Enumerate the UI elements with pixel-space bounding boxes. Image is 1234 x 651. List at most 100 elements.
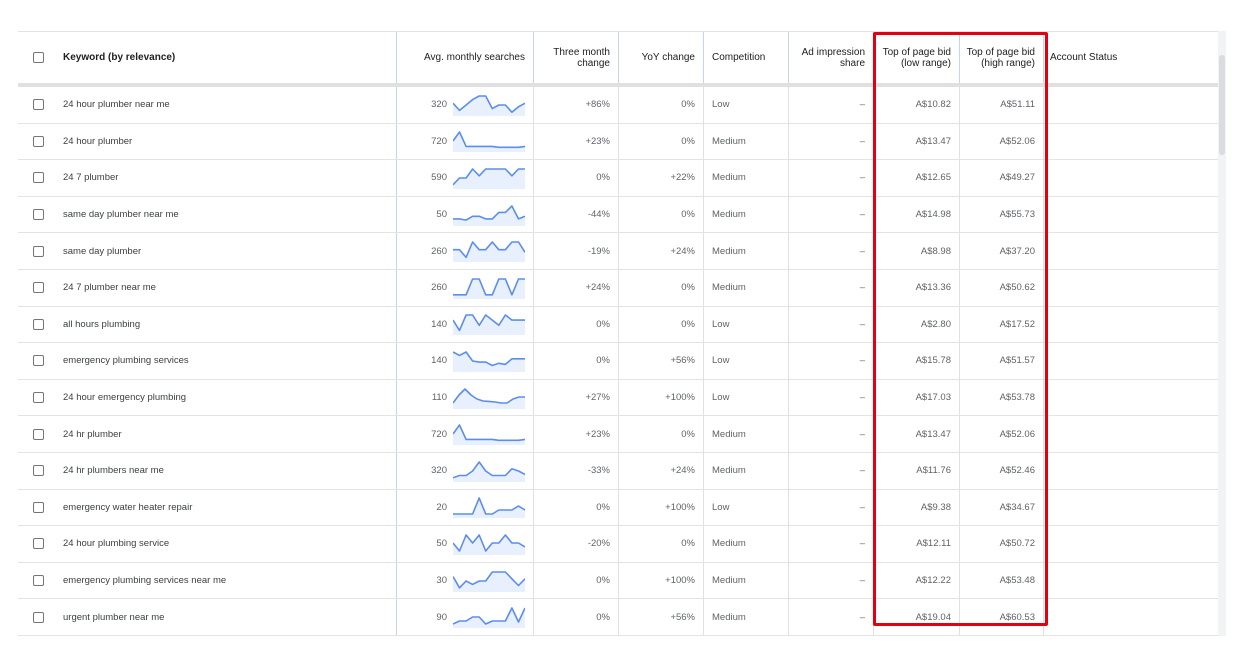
bid-high-cell: A$52.06	[959, 123, 1043, 160]
row-checkbox-icon[interactable]	[32, 282, 44, 294]
scrollbar-thumb[interactable]	[1219, 55, 1225, 155]
header-keyword[interactable]: Keyword (by relevance)	[58, 32, 396, 83]
competition-cell: Medium	[703, 269, 788, 306]
table-row[interactable]: urgent plumber near me 90 0% +56% Medium – A$1…	[18, 599, 1218, 636]
row-checkbox-icon[interactable]	[32, 428, 44, 440]
table-row[interactable]: same day plumber near me 50 -44% 0% Medium – A…	[18, 196, 1218, 234]
competition-cell: Medium	[703, 233, 788, 269]
account-status-cell	[1043, 562, 1218, 599]
yoy-change-cell: +56%	[618, 599, 703, 635]
row-checkbox-icon[interactable]	[32, 172, 44, 184]
sparkline-area	[453, 351, 525, 372]
three-month-change-cell: 0%	[533, 599, 618, 635]
avg-searches-value: 30	[436, 575, 447, 587]
row-select-cell	[18, 599, 58, 635]
account-status-cell	[1043, 87, 1218, 123]
competition-cell: Low	[703, 489, 788, 526]
bid-high-cell: A$52.46	[959, 452, 1043, 489]
avg-searches-value: 590	[431, 172, 447, 184]
header-ad-impression-share[interactable]: Ad impression share	[788, 32, 873, 83]
row-checkbox-icon[interactable]	[32, 538, 44, 550]
keyword-cell: emergency plumbing services	[63, 355, 189, 367]
trend-sparkline	[453, 94, 525, 116]
yoy-change-cell: +24%	[618, 452, 703, 489]
header-avg-monthly-searches[interactable]: Avg. monthly searches	[396, 32, 533, 83]
row-checkbox-icon[interactable]	[32, 209, 44, 221]
competition-cell: Low	[703, 379, 788, 416]
three-month-change-cell: +23%	[533, 416, 618, 452]
trend-sparkline	[453, 204, 525, 226]
table-row[interactable]: emergency plumbing services 140 0% +56% Low –…	[18, 343, 1218, 380]
row-checkbox-icon[interactable]	[32, 99, 44, 111]
table-row[interactable]: 24 hour emergency plumbing 110 +27% +100% Lo…	[18, 379, 1218, 417]
bid-high-cell: A$49.27	[959, 160, 1043, 196]
table-row[interactable]: same day plumber 260 -19% +24% Medium – A$8.98…	[18, 233, 1218, 270]
account-status-cell	[1043, 343, 1218, 379]
avg-searches-cell: 590	[396, 160, 533, 196]
table-row[interactable]: 24 7 plumber 590 0% +22% Medium – A$12.65 A$49.…	[18, 160, 1218, 197]
row-select-cell	[18, 270, 58, 306]
row-checkbox-icon[interactable]	[32, 135, 44, 147]
header-account-status[interactable]: Account Status	[1043, 32, 1218, 83]
row-select-cell	[18, 197, 58, 233]
table-row[interactable]: 24 hour plumber near me 320 +86% 0% Low – A$10…	[18, 87, 1218, 124]
account-status-cell	[1043, 452, 1218, 489]
trend-sparkline	[453, 131, 525, 153]
table-row[interactable]: 24 hour plumbing service 50 -20% 0% Medium – A…	[18, 526, 1218, 563]
sparkline-area	[453, 534, 525, 555]
table-row[interactable]: emergency plumbing services near me 30 0% +…	[18, 562, 1218, 600]
three-month-change-cell: +86%	[533, 87, 618, 123]
header-bid-low[interactable]: Top of page bid (low range)	[873, 32, 959, 83]
row-select-cell	[18, 343, 58, 379]
ad-impression-share-cell: –	[788, 196, 873, 233]
trend-sparkline	[453, 460, 525, 482]
competition-cell: Low	[703, 87, 788, 123]
account-status-cell	[1043, 306, 1218, 343]
select-all-checkbox-icon[interactable]	[32, 52, 44, 63]
ad-impression-share-cell: –	[788, 123, 873, 160]
ad-impression-share-cell: –	[788, 562, 873, 599]
row-checkbox-icon[interactable]	[32, 318, 44, 330]
row-checkbox-icon[interactable]	[32, 355, 44, 367]
avg-searches-cell: 30	[396, 562, 533, 599]
table-row[interactable]: all hours plumbing 140 0% 0% Low – A$2.80 A$17.…	[18, 306, 1218, 344]
table-row[interactable]: emergency water heater repair 20 0% +100% Lo…	[18, 489, 1218, 527]
yoy-change-cell: 0%	[618, 269, 703, 306]
row-select-cell	[18, 526, 58, 562]
header-three-month-change[interactable]: Three month change	[533, 32, 618, 83]
table-row[interactable]: 24 hr plumber 720 +23% 0% Medium – A$13.47 A$52…	[18, 416, 1218, 453]
row-checkbox-icon[interactable]	[32, 392, 44, 404]
ad-impression-share-cell: –	[788, 233, 873, 269]
keyword-cell: emergency water heater repair	[63, 501, 193, 513]
bid-high-cell: A$17.52	[959, 306, 1043, 343]
trend-sparkline	[453, 277, 525, 299]
trend-sparkline	[453, 351, 525, 372]
row-checkbox-icon[interactable]	[32, 575, 44, 587]
row-checkbox-icon[interactable]	[32, 245, 44, 257]
row-checkbox-icon[interactable]	[32, 501, 44, 513]
keyword-cell: 24 hour plumber near me	[63, 99, 170, 111]
row-checkbox-icon[interactable]	[32, 611, 44, 623]
bid-high-cell: A$50.62	[959, 269, 1043, 306]
table-row[interactable]: 24 hr plumbers near me 320 -33% +24% Medium –…	[18, 452, 1218, 490]
table-row[interactable]: 24 hour plumber 720 +23% 0% Medium – A$13.47 A$…	[18, 123, 1218, 161]
avg-searches-cell: 720	[396, 416, 533, 452]
row-select-cell	[18, 416, 58, 452]
yoy-change-cell: 0%	[618, 196, 703, 233]
table-row[interactable]: 24 7 plumber near me 260 +24% 0% Medium – A$13…	[18, 269, 1218, 307]
row-checkbox-icon[interactable]	[32, 465, 44, 477]
avg-searches-cell: 50	[396, 526, 533, 562]
avg-searches-value: 140	[431, 318, 447, 330]
yoy-change-cell: 0%	[618, 87, 703, 123]
header-yoy-change[interactable]: YoY change	[618, 32, 703, 83]
header-competition[interactable]: Competition	[703, 32, 788, 83]
yoy-change-cell: +100%	[618, 379, 703, 416]
keyword-cell: 24 7 plumber	[63, 172, 119, 184]
bid-high-cell: A$60.53	[959, 599, 1043, 635]
yoy-change-cell: +100%	[618, 562, 703, 599]
keyword-ideas-table: Keyword (by relevance) Avg. monthly sear…	[18, 31, 1218, 636]
header-bid-high[interactable]: Top of page bid (high range)	[959, 32, 1043, 83]
keyword-cell: 24 hour emergency plumbing	[63, 392, 187, 404]
bid-high-cell: A$51.11	[959, 87, 1043, 123]
avg-searches-cell: 110	[396, 379, 533, 416]
